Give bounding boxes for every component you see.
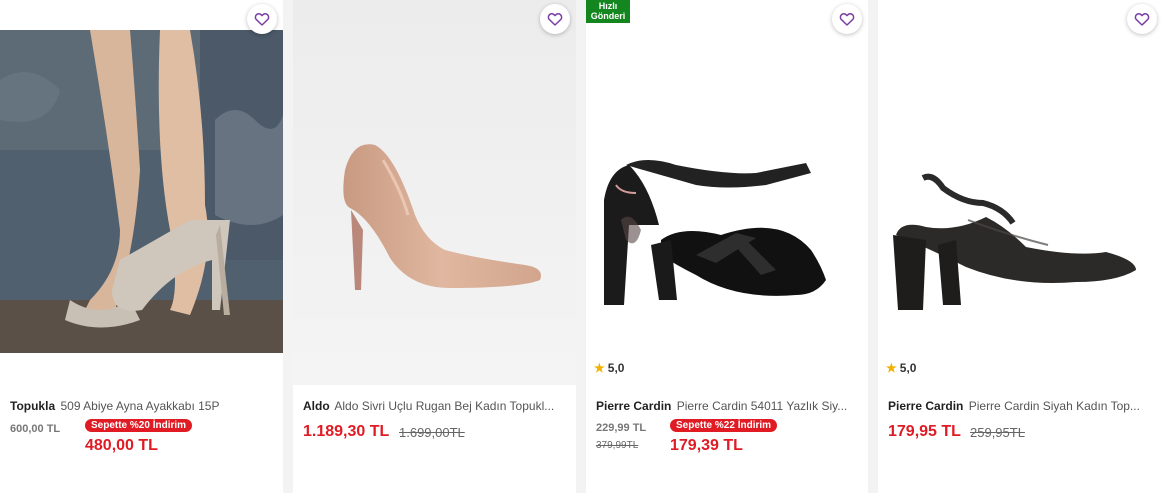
rating-badge: ★ 5,0 — [590, 359, 631, 377]
price: 1.189,30 TL — [303, 423, 390, 440]
price: 179,95 TL — [888, 423, 961, 440]
favorite-button[interactable] — [832, 4, 862, 34]
product-name: Pierre Cardin 54011 Yazlık Siy... — [676, 399, 848, 413]
final-price: 179,39 TL — [670, 437, 743, 454]
rating-value: 5,0 — [899, 361, 917, 375]
favorite-button[interactable] — [1127, 4, 1157, 34]
product-brand: Pierre Cardin — [888, 399, 964, 413]
star-icon: ★ — [886, 361, 897, 375]
product-name: Aldo Sivri Uçlu Rugan Bej Kadın Topukl..… — [334, 399, 555, 413]
heart-outline-icon — [254, 13, 270, 26]
product-card-3[interactable]: Hızlı Gönderi ★ 5,0 Pierre Cardin Pierre… — [586, 0, 868, 493]
product-image[interactable] — [586, 0, 868, 385]
product-title[interactable]: Topukla 509 Abiye Ayna Ayakkabı 15P — [10, 399, 275, 413]
heart-outline-icon — [839, 13, 855, 26]
old-price: 379,99TL — [596, 440, 639, 451]
product-title[interactable]: Pierre Cardin Pierre Cardin 54011 Yazlık… — [596, 399, 860, 413]
list-price: 600,00 TL — [10, 423, 61, 435]
product-title[interactable]: Pierre Cardin Pierre Cardin Siyah Kadın … — [888, 399, 1155, 413]
product-name: 509 Abiye Ayna Ayakkabı 15P — [60, 399, 220, 413]
product-brand: Aldo — [303, 399, 330, 413]
final-price: 480,00 TL — [85, 437, 158, 454]
product-title[interactable]: Aldo Aldo Sivri Uçlu Rugan Bej Kadın Top… — [303, 399, 568, 413]
fast-delivery-badge: Hızlı Gönderi — [586, 0, 630, 23]
heart-outline-icon — [547, 13, 563, 26]
product-card-2[interactable]: Aldo Aldo Sivri Uçlu Rugan Bej Kadın Top… — [293, 0, 576, 493]
product-name: Pierre Cardin Siyah Kadın Top... — [968, 399, 1140, 413]
product-card-1[interactable]: Topukla 509 Abiye Ayna Ayakkabı 15P 600,… — [0, 0, 283, 493]
product-image[interactable] — [293, 0, 576, 385]
product-card-4[interactable]: ★ 5,0 Pierre Cardin Pierre Cardin Siyah … — [878, 0, 1163, 493]
basket-discount-badge: Sepette %20 İndirim — [85, 419, 193, 432]
basket-discount-badge: Sepette %22 İndirim — [670, 419, 778, 432]
price: 229,99 TL — [596, 422, 647, 434]
star-icon: ★ — [594, 361, 605, 375]
favorite-button[interactable] — [540, 4, 570, 34]
rating-badge: ★ 5,0 — [882, 359, 923, 377]
old-price: 1.699,00TL — [399, 425, 465, 440]
old-price: 259,95TL — [970, 425, 1025, 440]
product-image[interactable] — [878, 0, 1163, 385]
product-image[interactable] — [0, 0, 283, 385]
product-brand: Pierre Cardin — [596, 399, 672, 413]
rating-value: 5,0 — [607, 361, 625, 375]
favorite-button[interactable] — [247, 4, 277, 34]
product-brand: Topukla — [10, 399, 56, 413]
heart-outline-icon — [1134, 13, 1150, 26]
